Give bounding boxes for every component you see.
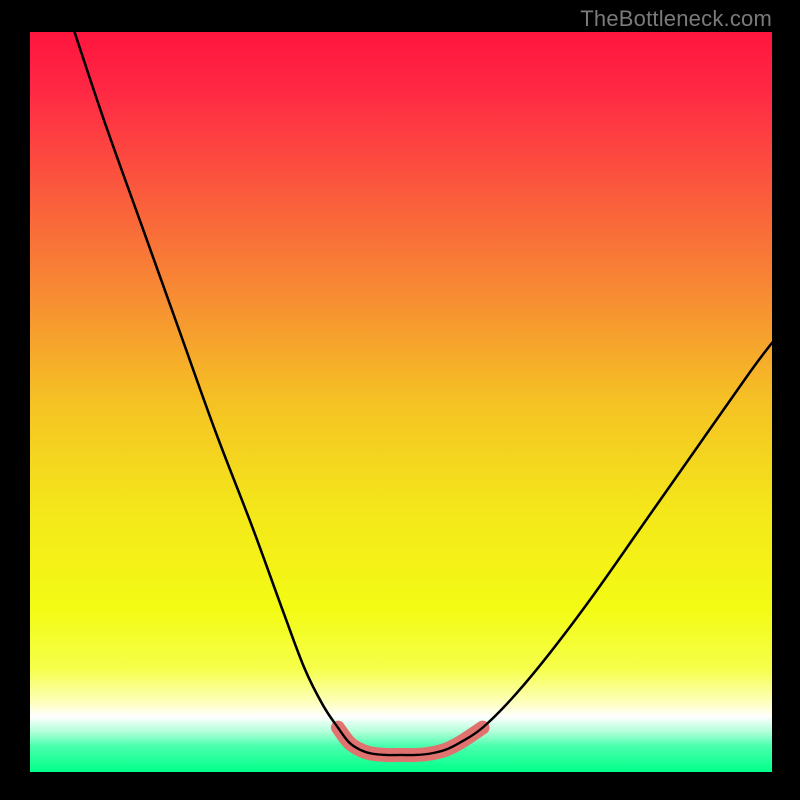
- curve-main-path: [75, 32, 772, 755]
- plot-area: [30, 32, 772, 772]
- curve-main-path: [75, 32, 772, 755]
- bottleneck-curve-svg: [30, 32, 772, 772]
- watermark-text: TheBottleneck.com: [580, 6, 772, 32]
- chart-frame: TheBottleneck.com: [0, 0, 800, 800]
